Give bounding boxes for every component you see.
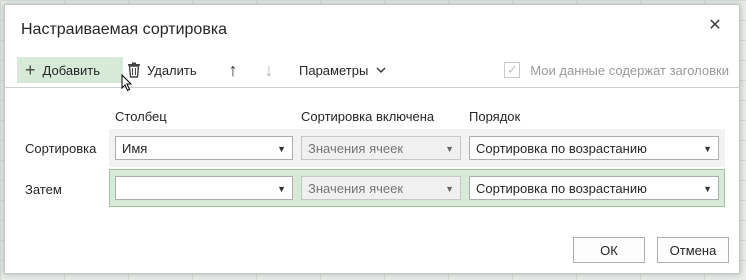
dropdown-arrow-icon: ▼ xyxy=(703,184,712,194)
options-button[interactable]: Параметры xyxy=(299,57,386,83)
chevron-down-icon xyxy=(376,67,386,73)
order-header: Порядок xyxy=(469,109,521,124)
plus-icon: + xyxy=(25,60,36,80)
dropdown-arrow-icon: ▼ xyxy=(445,144,454,154)
sort-on-header: Сортировка включена xyxy=(301,109,435,124)
dropdown-arrow-icon: ▼ xyxy=(445,184,454,194)
delete-level-button[interactable]: Удалить xyxy=(127,57,197,83)
row-label-sort: Сортировка xyxy=(25,141,97,156)
trash-icon xyxy=(128,62,140,78)
headers-checkbox-group[interactable]: ✓ Мои данные содержат заголовки xyxy=(504,57,729,83)
then-sort-on-select-value: Значения ячеек xyxy=(308,180,404,196)
headers-label: Мои данные содержат заголовки xyxy=(530,62,729,78)
column-header: Столбец xyxy=(115,109,167,124)
custom-sort-dialog: Настраиваемая сортировка ✕ + Добавить Уд… xyxy=(4,4,740,274)
column-select[interactable]: Имя ▼ xyxy=(115,136,293,160)
checkmark-icon: ✓ xyxy=(506,62,518,77)
then-order-select[interactable]: Сортировка по возрастанию ▼ xyxy=(469,176,719,200)
move-up-arrow-icon[interactable]: ↑ xyxy=(223,57,243,83)
column-select-value: Имя xyxy=(122,140,148,156)
add-level-label: Добавить xyxy=(42,62,100,78)
toolbar: + Добавить Удалить ↑ ↓ Параметры ✓ Мои д… xyxy=(5,53,739,92)
ok-button[interactable]: ОК xyxy=(573,237,645,263)
headers-checkbox[interactable]: ✓ xyxy=(504,62,521,78)
sort-on-select[interactable]: Значения ячеек ▼ xyxy=(301,136,461,160)
add-level-button[interactable]: + Добавить xyxy=(17,57,133,92)
order-select-value: Сортировка по возрастанию xyxy=(476,140,647,156)
delete-level-label: Удалить xyxy=(147,62,197,78)
dropdown-arrow-icon: ▼ xyxy=(277,184,286,194)
dropdown-arrow-icon: ▼ xyxy=(277,144,286,154)
dialog-title: Настраиваемая сортировка xyxy=(21,21,228,38)
close-icon[interactable]: ✕ xyxy=(705,15,725,35)
then-order-select-value: Сортировка по возрастанию xyxy=(476,180,647,196)
then-sort-on-select[interactable]: Значения ячеек ▼ xyxy=(301,176,461,200)
row-label-then: Затем xyxy=(25,182,62,197)
dropdown-arrow-icon: ▼ xyxy=(703,144,712,154)
sort-on-select-value: Значения ячеек xyxy=(308,140,404,156)
move-down-arrow-icon[interactable]: ↓ xyxy=(259,57,279,83)
order-select[interactable]: Сортировка по возрастанию ▼ xyxy=(469,136,719,160)
then-column-select[interactable]: ▼ xyxy=(115,176,293,200)
cancel-button[interactable]: Отмена xyxy=(657,237,729,263)
options-label: Параметры xyxy=(299,62,369,78)
